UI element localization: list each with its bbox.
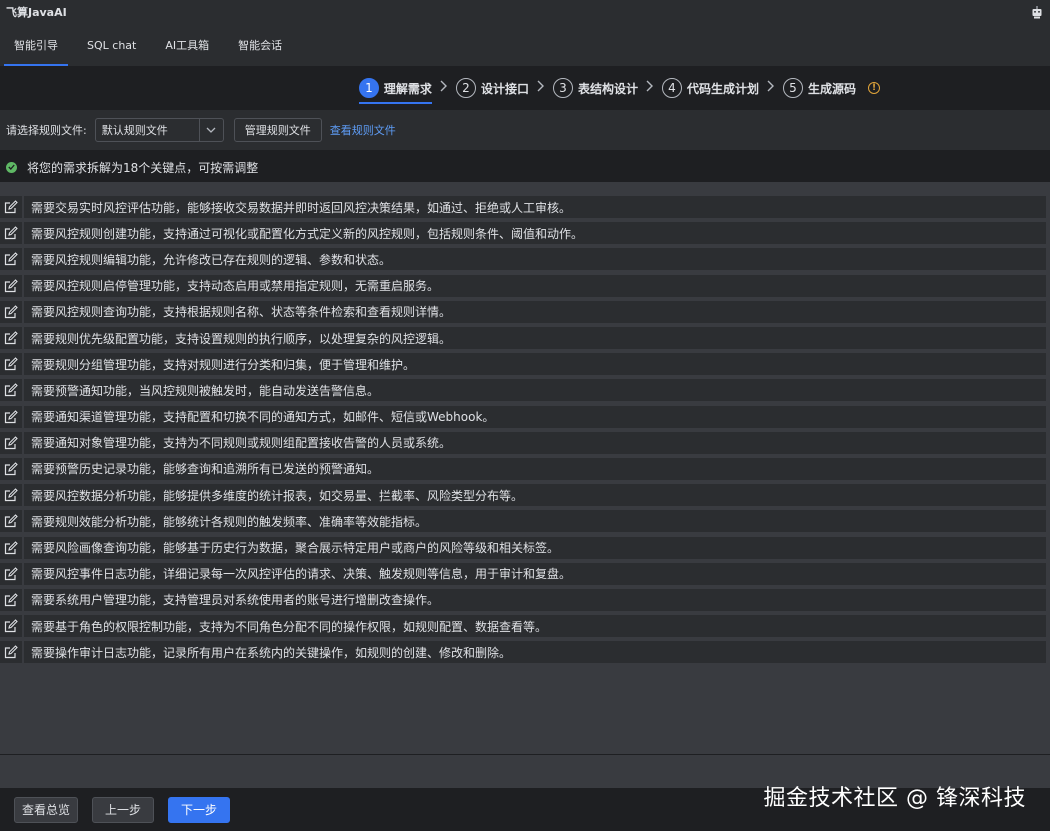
overview-button[interactable]: 查看总览: [14, 796, 79, 823]
robot-icon[interactable]: [1030, 5, 1044, 19]
edit-icon[interactable]: [0, 510, 22, 533]
list-item: 需要预警通知功能，当风控规则被触发时，能自动发送告警信息。: [0, 377, 1050, 403]
step-label: 理解需求: [383, 81, 432, 96]
edit-icon[interactable]: [0, 379, 22, 402]
list-item: 需要风控规则查询功能，支持根据规则名称、状态等条件检索和查看规则详情。: [0, 299, 1050, 325]
list-item: 需要规则分组管理功能，支持对规则进行分类和归集，便于管理和维护。: [0, 351, 1050, 377]
requirement-text: 需要风控规则查询功能，支持根据规则名称、状态等条件检索和查看规则详情。: [24, 300, 1046, 323]
tab-ai-toolbox[interactable]: AI工具箱: [155, 26, 219, 66]
list-item: 需要风控规则创建功能，支持通过可视化或配置化方式定义新的风控规则，包括规则条件、…: [0, 220, 1050, 246]
requirement-text: 需要风控规则启停管理功能，支持动态启用或禁用指定规则，无需重启服务。: [24, 274, 1046, 297]
step-label: 代码生成计划: [686, 81, 759, 96]
requirement-text: 需要交易实时风控评估功能，能够接收交易数据并即时返回风控决策结果，如通过、拒绝或…: [24, 196, 1046, 219]
step-generate-source[interactable]: 5 生成源码: [782, 78, 856, 98]
chevron-right-icon: [537, 80, 545, 96]
rule-file-selected: 默认规则文件: [101, 124, 168, 137]
edit-icon[interactable]: [0, 588, 22, 611]
list-item: 需要基于角色的权限控制功能，支持为不同角色分配不同的操作权限，如规则配置、数据查…: [0, 613, 1050, 639]
edit-icon[interactable]: [0, 484, 22, 507]
list-item: 需要预警历史记录功能，能够查询和追溯所有已发送的预警通知。: [0, 456, 1050, 482]
chevron-down-icon: [198, 119, 223, 141]
edit-icon[interactable]: [0, 327, 22, 350]
chevron-right-icon: [767, 80, 775, 96]
main-tabs: 智能引导 SQL chat AI工具箱 智能会话: [0, 24, 1050, 66]
list-item: 需要系统用户管理功能，支持管理员对系统使用者的账号进行增删改查操作。: [0, 587, 1050, 613]
list-item: 需要通知对象管理功能，支持为不同规则或规则组配置接收告警的人员或系统。: [0, 430, 1050, 456]
list-item: 需要规则效能分析功能，能够统计各规则的触发频率、准确率等效能指标。: [0, 508, 1050, 534]
requirements-list: 需要交易实时风控评估功能，能够接收交易数据并即时返回风控决策结果，如通过、拒绝或…: [0, 182, 1050, 754]
edit-icon[interactable]: [0, 457, 22, 480]
chevron-right-icon: [440, 80, 448, 96]
list-header-strip: [0, 182, 1050, 194]
list-item: 需要风控事件日志功能，详细记录每一次风控评估的请求、决策、触发规则等信息，用于审…: [0, 561, 1050, 587]
list-item: 需要交易实时风控评估功能，能够接收交易数据并即时返回风控决策结果，如通过、拒绝或…: [0, 194, 1050, 220]
manage-rule-files-button[interactable]: 管理规则文件: [233, 118, 322, 142]
info-icon[interactable]: !: [868, 82, 880, 94]
step-number: 4: [661, 78, 682, 98]
prev-step-button[interactable]: 上一步: [92, 796, 155, 823]
view-rule-file-link[interactable]: 查看规则文件: [330, 122, 396, 138]
requirement-text: 需要规则分组管理功能，支持对规则进行分类和归集，便于管理和维护。: [24, 353, 1046, 376]
list-item: 需要风控数据分析功能，能够提供多维度的统计报表，如交易量、拦截率、风险类型分布等…: [0, 482, 1050, 508]
step-number: 5: [782, 78, 803, 98]
list-item: 需要风险画像查询功能，能够基于历史行为数据，聚合展示特定用户或商户的风险等级和相…: [0, 534, 1050, 560]
chevron-right-icon: [646, 80, 654, 96]
list-item: 需要风控规则编辑功能，允许修改已存在规则的逻辑、参数和状态。: [0, 246, 1050, 272]
requirement-text: 需要系统用户管理功能，支持管理员对系统使用者的账号进行增删改查操作。: [24, 588, 1046, 611]
edit-icon[interactable]: [0, 353, 22, 376]
requirement-text: 需要通知渠道管理功能，支持配置和切换不同的通知方式，如邮件、短信或Webhook…: [24, 405, 1046, 428]
requirement-text: 需要风控规则创建功能，支持通过可视化或配置化方式定义新的风控规则，包括规则条件、…: [24, 222, 1046, 245]
requirement-text: 需要风控规则编辑功能，允许修改已存在规则的逻辑、参数和状态。: [24, 248, 1046, 271]
edit-icon[interactable]: [0, 615, 22, 638]
step-design-interface[interactable]: 2 设计接口: [455, 78, 529, 98]
step-code-generation-plan[interactable]: 4 代码生成计划: [661, 78, 759, 98]
rule-file-row: 请选择规则文件: 默认规则文件 管理规则文件 查看规则文件: [0, 110, 1050, 150]
edit-icon[interactable]: [0, 536, 22, 559]
summary-banner: 将您的需求拆解为18个关键点，可按需调整: [0, 150, 1050, 184]
step-label: 设计接口: [480, 81, 529, 96]
requirement-text: 需要规则效能分析功能，能够统计各规则的触发频率、准确率等效能指标。: [24, 510, 1046, 533]
step-number: 3: [552, 78, 573, 98]
requirement-text: 需要风控事件日志功能，详细记录每一次风控评估的请求、决策、触发规则等信息，用于审…: [24, 562, 1046, 585]
list-item: 需要通知渠道管理功能，支持配置和切换不同的通知方式，如邮件、短信或Webhook…: [0, 404, 1050, 430]
requirement-text: 需要规则优先级配置功能，支持设置规则的执行顺序，以处理复杂的风控逻辑。: [24, 327, 1046, 350]
edit-icon[interactable]: [0, 196, 22, 219]
step-label: 表结构设计: [577, 81, 638, 96]
edit-icon[interactable]: [0, 274, 22, 297]
tab-smart-guide[interactable]: 智能引导: [4, 26, 68, 66]
rule-file-select[interactable]: 默认规则文件: [94, 118, 224, 142]
app-title: 飞算JavaAI: [6, 6, 67, 19]
title-bar: 飞算JavaAI: [0, 0, 1050, 24]
summary-text: 将您的需求拆解为18个关键点，可按需调整: [27, 160, 259, 175]
tab-sql-chat[interactable]: SQL chat: [77, 26, 146, 66]
edit-icon[interactable]: [0, 300, 22, 323]
step-table-design[interactable]: 3 表结构设计: [552, 78, 638, 98]
edit-icon[interactable]: [0, 222, 22, 245]
requirement-text: 需要通知对象管理功能，支持为不同规则或规则组配置接收告警的人员或系统。: [24, 431, 1046, 454]
tab-smart-conversation[interactable]: 智能会话: [228, 26, 292, 66]
requirement-text: 需要预警通知功能，当风控规则被触发时，能自动发送告警信息。: [24, 379, 1046, 402]
step-number: 2: [455, 78, 476, 98]
edit-icon[interactable]: [0, 431, 22, 454]
requirement-text: 需要风控数据分析功能，能够提供多维度的统计报表，如交易量、拦截率、风险类型分布等…: [24, 484, 1046, 507]
list-item: 需要规则优先级配置功能，支持设置规则的执行顺序，以处理复杂的风控逻辑。: [0, 325, 1050, 351]
rule-file-label: 请选择规则文件:: [6, 124, 87, 137]
requirement-text: 需要操作审计日志功能，记录所有用户在系统内的关键操作，如规则的创建、修改和删除。: [24, 641, 1046, 664]
step-number: 1: [358, 78, 379, 98]
edit-icon[interactable]: [0, 641, 22, 664]
requirement-text: 需要基于角色的权限控制功能，支持为不同角色分配不同的操作权限，如规则配置、数据查…: [24, 615, 1046, 638]
step-label: 生成源码: [807, 81, 856, 96]
next-step-button[interactable]: 下一步: [168, 796, 231, 823]
list-item: 需要风控规则启停管理功能，支持动态启用或禁用指定规则，无需重启服务。: [0, 273, 1050, 299]
list-item: 需要操作审计日志功能，记录所有用户在系统内的关键操作，如规则的创建、修改和删除。: [0, 639, 1050, 665]
edit-icon[interactable]: [0, 405, 22, 428]
edit-icon[interactable]: [0, 248, 22, 271]
watermark-text: 掘金技术社区 @ 锋深科技: [763, 786, 1026, 811]
steps-bar: 1 理解需求 2 设计接口 3 表结构设计 4 代码生成计划 5 生成源码 !: [0, 66, 1050, 110]
requirement-text: 需要风险画像查询功能，能够基于历史行为数据，聚合展示特定用户或商户的风险等级和相…: [24, 536, 1046, 559]
edit-icon[interactable]: [0, 562, 22, 585]
requirement-text: 需要预警历史记录功能，能够查询和追溯所有已发送的预警通知。: [24, 457, 1046, 480]
step-understand-requirements[interactable]: 1 理解需求: [358, 78, 432, 104]
check-circle-icon: [6, 161, 17, 173]
